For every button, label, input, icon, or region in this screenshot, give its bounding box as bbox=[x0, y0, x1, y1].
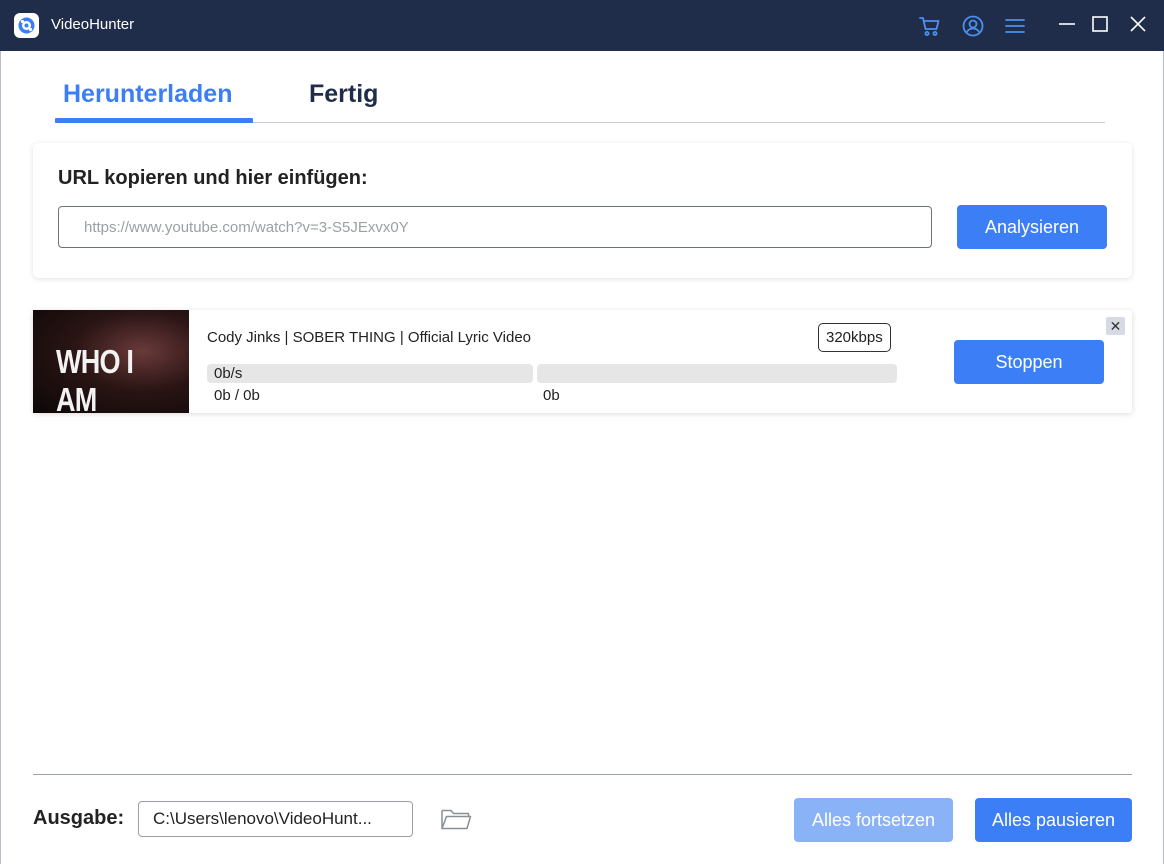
pause-all-button[interactable]: Alles pausieren bbox=[975, 798, 1132, 842]
url-panel: URL kopieren und hier einfügen: Analysie… bbox=[33, 143, 1132, 278]
url-heading: URL kopieren und hier einfügen: bbox=[58, 167, 368, 189]
folder-icon[interactable] bbox=[440, 806, 472, 832]
account-icon[interactable] bbox=[961, 14, 985, 38]
app-title: VideoHunter bbox=[51, 16, 135, 33]
output-path-field[interactable]: C:\Users\lenovo\VideoHunt... bbox=[138, 801, 413, 837]
footer-divider bbox=[33, 774, 1132, 775]
maximize-icon[interactable] bbox=[1088, 12, 1112, 36]
cart-icon[interactable] bbox=[918, 14, 942, 38]
menu-icon[interactable] bbox=[1003, 14, 1027, 38]
url-input[interactable] bbox=[58, 206, 932, 248]
remove-item-icon[interactable]: ✕ bbox=[1106, 317, 1125, 335]
download-item: WHO I AM Cody Jinks | SOBER THING | Offi… bbox=[33, 310, 1132, 413]
tab-herunterladen[interactable]: Herunterladen bbox=[63, 80, 232, 109]
title-bar: VideoHunter bbox=[0, 0, 1164, 51]
thumbnail-text: WHO I AM bbox=[56, 343, 134, 413]
progress-bar bbox=[207, 364, 533, 383]
video-thumbnail: WHO I AM bbox=[33, 310, 189, 413]
analyze-button[interactable]: Analysieren bbox=[957, 205, 1107, 249]
download-speed: 0b/s bbox=[214, 365, 243, 382]
video-title: Cody Jinks | SOBER THING | Official Lyri… bbox=[207, 329, 532, 346]
output-label: Ausgabe: bbox=[33, 807, 125, 829]
stop-button[interactable]: Stoppen bbox=[954, 340, 1104, 384]
download-size: 0b / 0b bbox=[214, 387, 260, 404]
close-icon[interactable] bbox=[1126, 12, 1150, 36]
bitrate-badge: 320kbps bbox=[818, 323, 891, 352]
minimize-icon[interactable] bbox=[1055, 12, 1079, 36]
progress-bar-secondary bbox=[537, 364, 897, 383]
app-logo-icon bbox=[14, 13, 39, 38]
tab-fertig[interactable]: Fertig bbox=[309, 80, 378, 109]
download-size-secondary: 0b bbox=[543, 387, 560, 404]
active-tab-indicator bbox=[55, 118, 253, 123]
resume-all-button[interactable]: Alles fortsetzen bbox=[794, 798, 953, 842]
